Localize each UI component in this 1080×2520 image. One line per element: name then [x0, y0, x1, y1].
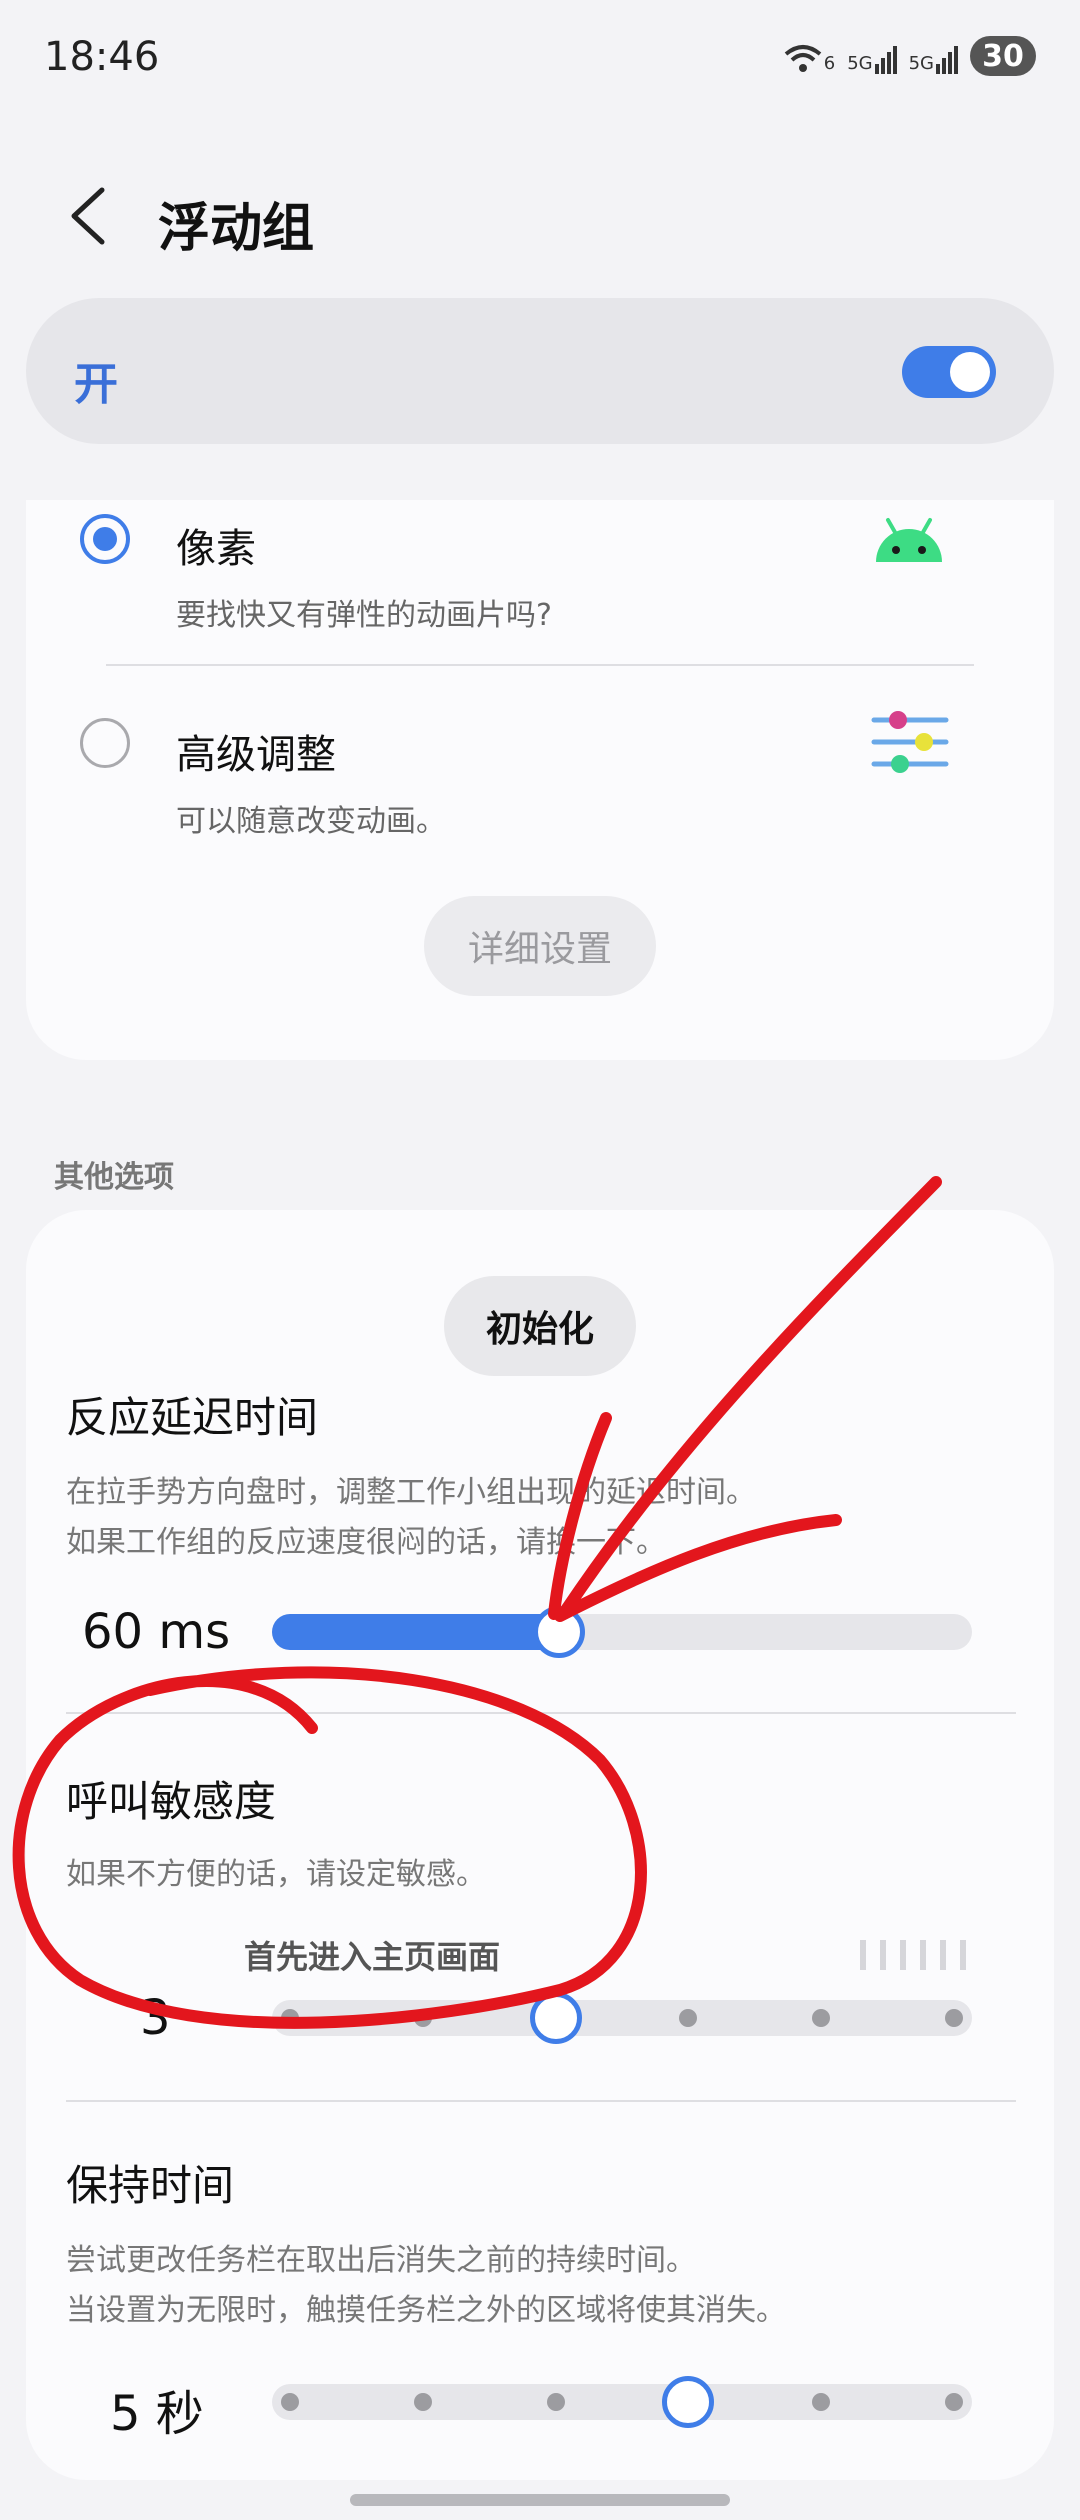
radio-pixel-selected[interactable] [80, 514, 130, 564]
page-title: 浮动组 [158, 199, 315, 259]
option-pixel-title[interactable]: 像素 [176, 516, 256, 574]
sensitivity-slider-track[interactable] [272, 2000, 972, 2036]
sliders-icon [871, 711, 949, 773]
duration-slider-step[interactable] [546, 2393, 565, 2411]
option-advanced-title[interactable]: 高级调整 [176, 722, 336, 780]
details-settings-button[interactable]: 详细设置 [424, 896, 656, 996]
master-toggle[interactable] [902, 346, 996, 398]
delay-value: 60 ms [82, 1604, 231, 1660]
wifi-icon: 6 [784, 38, 835, 74]
home-indicator[interactable] [350, 2494, 730, 2506]
signal-icon-sim2: 5G [909, 38, 958, 74]
delay-slider-fill [272, 1614, 559, 1650]
sim1-label: 5G [847, 53, 873, 74]
delay-slider-thumb[interactable] [533, 1606, 585, 1658]
duration-value: 5 秒 [110, 2386, 204, 2442]
faint-marks [860, 1940, 966, 1970]
wifi-label: 6 [823, 53, 836, 74]
reset-button[interactable]: 初始化 [444, 1276, 636, 1376]
master-switch-card[interactable] [26, 298, 1054, 444]
sensitivity-title: 呼叫敏感度 [66, 1777, 277, 1826]
duration-slider-step[interactable] [281, 2393, 299, 2411]
setting-divider-1 [66, 1712, 1016, 1714]
sensitivity-slider-step[interactable] [413, 2009, 432, 2027]
sensitivity-slider-thumb[interactable] [529, 1992, 582, 2044]
home-screen-caption: 首先进入主页画面 [244, 1938, 501, 1976]
back-arrow-icon[interactable] [66, 186, 110, 246]
signal-icon-sim1: 5G [847, 38, 897, 74]
duration-slider-track[interactable] [272, 2384, 972, 2420]
sensitivity-desc: 如果不方便的话，请设定敏感。 [66, 1857, 486, 1892]
duration-desc-line1: 尝试更改任务栏在取出后消失之前的持续时间。 [66, 2243, 696, 2278]
delay-desc-line1: 在拉手势方向盘时，调整工作小组出现的延迟时间。 [66, 1475, 756, 1510]
duration-desc-line2: 当设置为无限时，触摸任务栏之外的区域将使其消失。 [66, 2293, 786, 2328]
setting-divider-2 [66, 2100, 1016, 2102]
master-switch-label: 开 [74, 359, 118, 410]
duration-title: 保持时间 [66, 2161, 235, 2210]
duration-slider-thumb[interactable] [662, 2376, 715, 2428]
battery-icon: 30 [970, 36, 1036, 76]
option-advanced-subtitle: 可以随意改变动画。 [176, 804, 446, 839]
sensitivity-value: 3 [140, 1990, 171, 2046]
option-divider [106, 664, 974, 666]
toggle-knob [950, 352, 990, 392]
delay-title: 反应延迟时间 [66, 1393, 319, 1442]
sensitivity-slider-step[interactable] [945, 2009, 963, 2027]
sim2-label: 5G [908, 53, 934, 74]
delay-slider-track[interactable] [272, 1614, 972, 1650]
status-time: 18:46 [44, 34, 160, 80]
section-label-other: 其他选项 [54, 1160, 174, 1195]
sensitivity-slider-step[interactable] [281, 2009, 299, 2027]
duration-slider-step[interactable] [413, 2393, 432, 2411]
android-icon [876, 518, 942, 562]
option-pixel-subtitle: 要找快又有弹性的动画片吗? [176, 598, 552, 633]
status-icons: 6 5G 5G 30 [784, 36, 1036, 76]
duration-slider-step[interactable] [945, 2393, 963, 2411]
delay-desc-line2: 如果工作组的反应速度很闷的话，请换一下。 [66, 1525, 666, 1560]
radio-advanced[interactable] [80, 718, 130, 768]
